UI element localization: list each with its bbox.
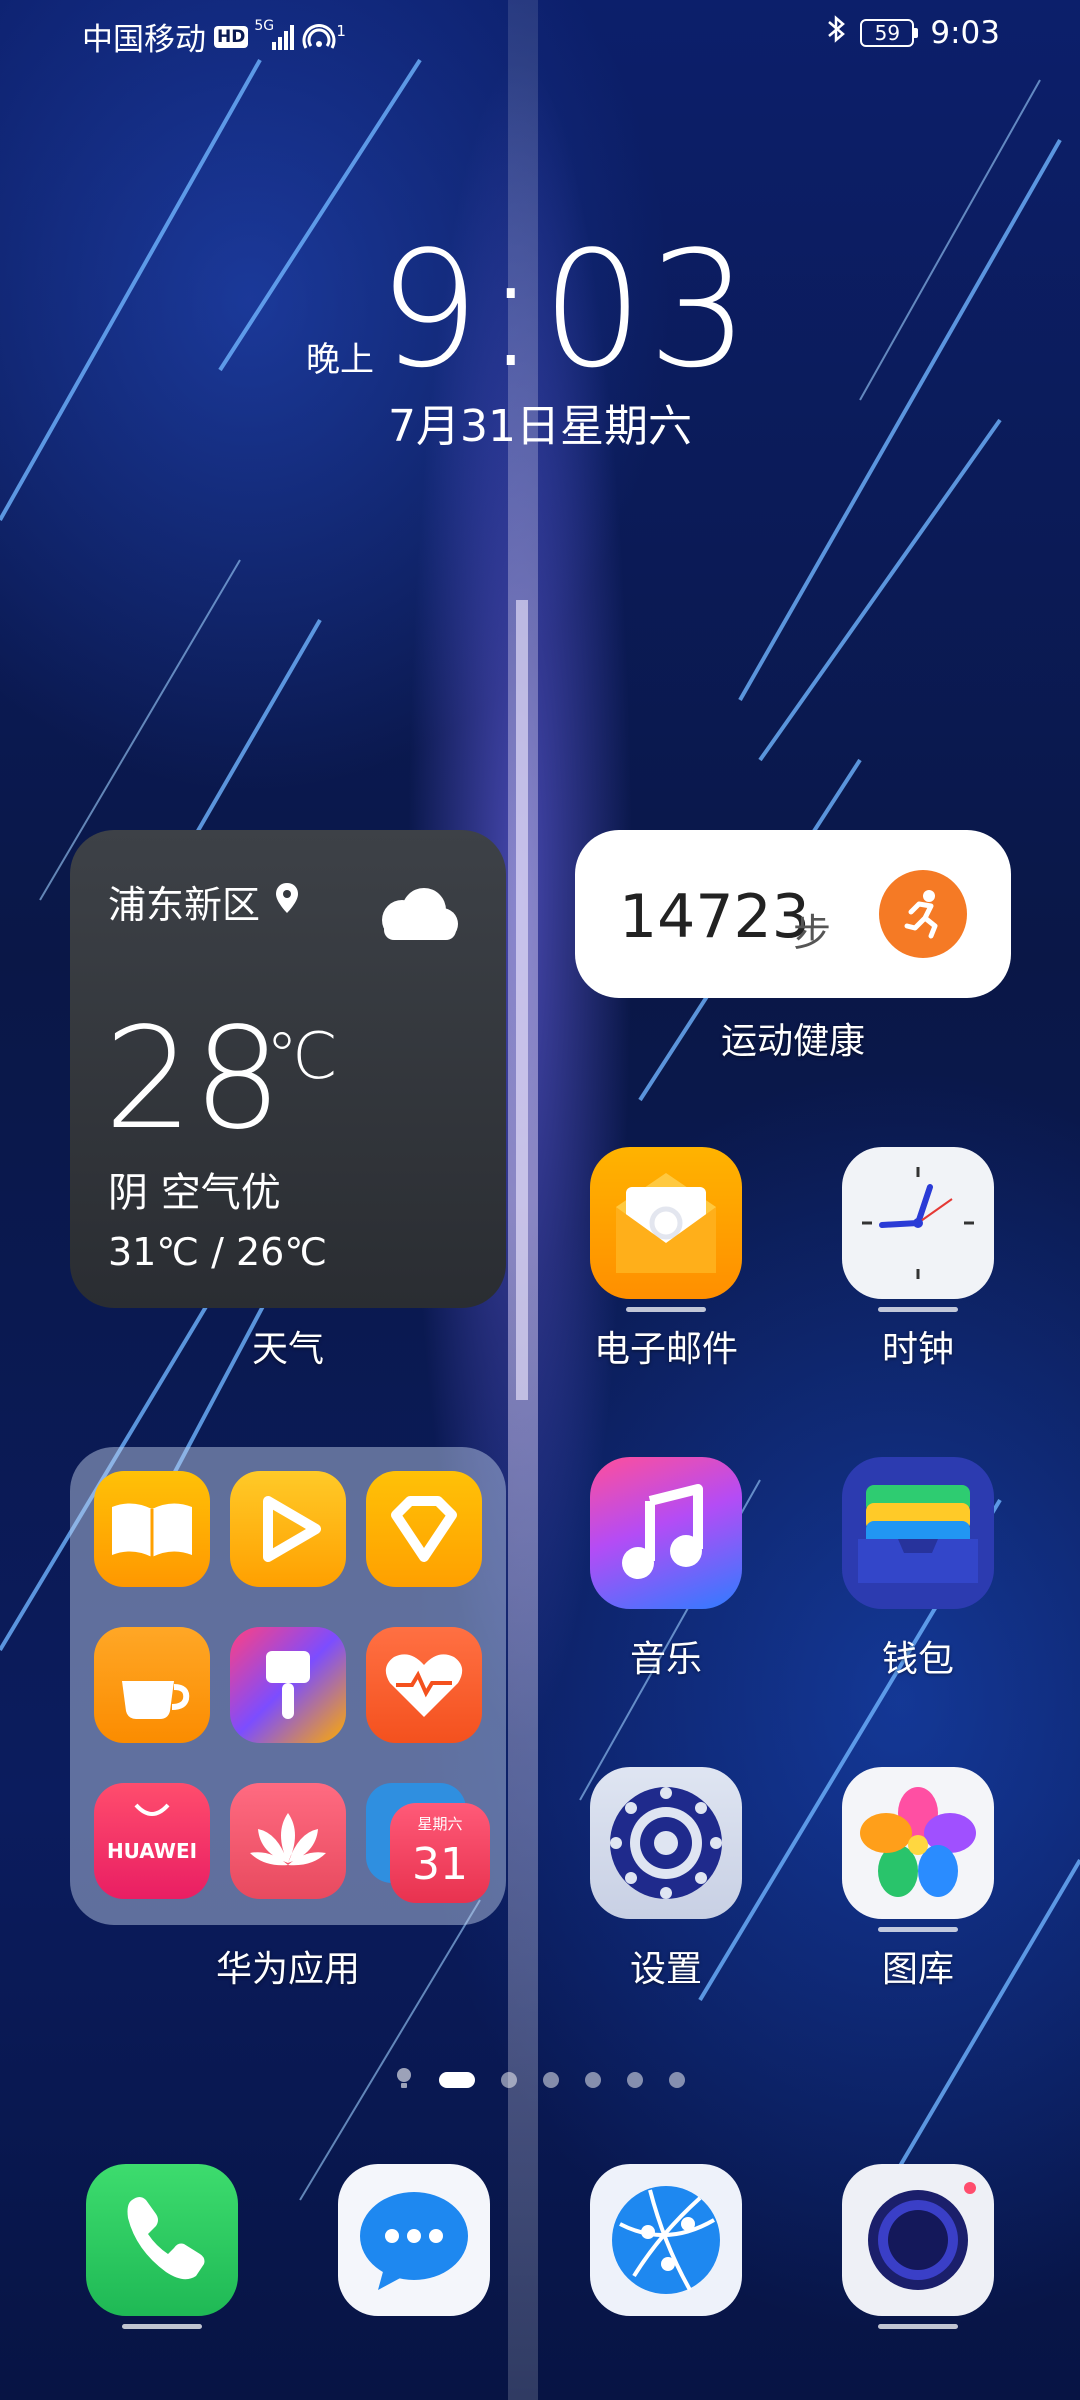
weather-range: 31℃ / 26℃ bbox=[108, 1230, 328, 1274]
weather-location: 浦东新区 bbox=[108, 883, 261, 927]
calendar-day: 31 bbox=[412, 1839, 468, 1890]
clock-label[interactable]: 时钟 bbox=[818, 1320, 1018, 1372]
music-label[interactable]: 音乐 bbox=[566, 1630, 766, 1682]
hd-badge: HD bbox=[214, 25, 249, 48]
cloud-icon bbox=[372, 884, 462, 948]
weather-unit: ℃ bbox=[266, 1020, 338, 1094]
network-type: 5G bbox=[254, 17, 275, 34]
bluetooth-icon bbox=[826, 14, 848, 52]
weather-temperature: 28 bbox=[104, 998, 283, 1161]
calendar-icon[interactable]: 星期六 31 bbox=[366, 1783, 490, 1903]
page-dot-1[interactable] bbox=[439, 2072, 475, 2088]
clock-time: 9:03 bbox=[378, 216, 754, 403]
music-app-icon[interactable] bbox=[590, 1457, 742, 1609]
camera-running-indicator bbox=[878, 2324, 958, 2329]
weather-widget[interactable]: 浦东新区 28 ℃ 阴 空气优 31℃ / 26℃ bbox=[70, 830, 506, 1308]
weather-condition: 阴 空气优 bbox=[108, 1170, 281, 1216]
gallery-app-icon[interactable] bbox=[842, 1767, 994, 1919]
gallery-running-indicator bbox=[878, 1927, 958, 1932]
email-running-indicator bbox=[626, 1307, 706, 1312]
page-dot-3[interactable] bbox=[543, 2072, 559, 2088]
page-dot-5[interactable] bbox=[627, 2072, 643, 2088]
wallet-app-icon[interactable] bbox=[842, 1457, 994, 1609]
video-icon[interactable] bbox=[230, 1471, 346, 1587]
page-indicator[interactable] bbox=[0, 2066, 1080, 2094]
hotspot-count: 1 bbox=[336, 21, 346, 40]
page-dot-4[interactable] bbox=[585, 2072, 601, 2088]
wallet-label[interactable]: 钱包 bbox=[818, 1630, 1018, 1682]
status-bar: 中国移动 HD 5G 1 59 9:03 bbox=[0, 14, 1080, 58]
email-label[interactable]: 电子邮件 bbox=[566, 1320, 766, 1372]
huawei-store-text: HUAWEI bbox=[106, 1839, 198, 1863]
page-dot-6[interactable] bbox=[669, 2072, 685, 2088]
huawei-apps-folder[interactable]: HUAWEI 星期六 31 bbox=[70, 1447, 506, 1925]
hotspot-icon: 1 bbox=[302, 22, 346, 52]
location-pin-icon bbox=[274, 880, 300, 924]
books-icon[interactable] bbox=[94, 1471, 210, 1587]
clock-ampm: 晚上 bbox=[306, 340, 374, 380]
health-steps-widget[interactable]: 14723 步 bbox=[575, 830, 1011, 998]
clock-app-icon[interactable] bbox=[842, 1147, 994, 1299]
settings-label[interactable]: 设置 bbox=[566, 1940, 766, 1992]
runner-icon bbox=[879, 870, 967, 958]
themes-icon[interactable] bbox=[366, 1471, 482, 1587]
lotus-icon[interactable] bbox=[230, 1783, 346, 1899]
battery-level: 59 bbox=[860, 19, 915, 47]
clock-date: 7月31日星期六 bbox=[388, 401, 692, 452]
battery-icon: 59 bbox=[860, 19, 919, 47]
folder-label[interactable]: 华为应用 bbox=[70, 1940, 506, 1992]
hint-bulb-icon bbox=[395, 2066, 413, 2094]
steps-count: 14723 bbox=[619, 882, 810, 952]
camera-app-icon[interactable] bbox=[842, 2164, 994, 2316]
settings-app-icon[interactable] bbox=[590, 1767, 742, 1919]
clock-running-indicator bbox=[878, 1307, 958, 1312]
weather-label[interactable]: 天气 bbox=[70, 1320, 506, 1372]
messages-app-icon[interactable] bbox=[338, 2164, 490, 2316]
browser-app-icon[interactable] bbox=[590, 2164, 742, 2316]
carrier-label: 中国移动 bbox=[82, 22, 206, 58]
heart-health-icon[interactable] bbox=[366, 1627, 482, 1743]
signal-icon: 5G bbox=[254, 18, 295, 50]
email-app-icon[interactable] bbox=[590, 1147, 742, 1299]
paintbrush-icon[interactable] bbox=[230, 1627, 346, 1743]
steps-label[interactable]: 运动健康 bbox=[575, 1012, 1011, 1064]
calendar-weekday: 星期六 bbox=[417, 1815, 463, 1833]
phone-app-icon[interactable] bbox=[86, 2164, 238, 2316]
page-dot-2[interactable] bbox=[501, 2072, 517, 2088]
phone-running-indicator bbox=[122, 2324, 202, 2329]
status-time: 9:03 bbox=[930, 15, 1000, 51]
steps-unit: 步 bbox=[793, 911, 832, 955]
huawei-store-icon[interactable]: HUAWEI bbox=[94, 1783, 210, 1899]
gallery-label[interactable]: 图库 bbox=[818, 1940, 1018, 1992]
coffee-cup-icon[interactable] bbox=[94, 1627, 210, 1743]
